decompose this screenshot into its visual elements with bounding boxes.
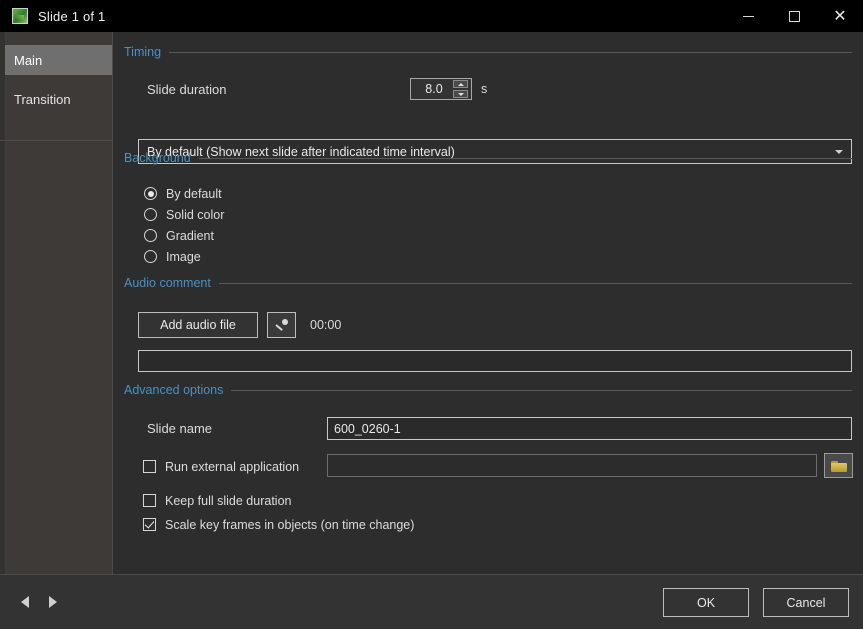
checkbox-icon[interactable] xyxy=(143,460,156,473)
radio-icon[interactable] xyxy=(144,208,157,221)
checkbox-icon[interactable] xyxy=(143,494,156,507)
browse-application-button[interactable] xyxy=(824,453,853,478)
advanced-options-section: Advanced options Slide name 600_0260-1 R… xyxy=(124,382,853,535)
maximize-button[interactable] xyxy=(771,0,817,32)
microphone-icon xyxy=(275,318,289,332)
keep-full-slide-duration-checkbox[interactable]: Keep full slide duration xyxy=(143,490,852,511)
slide-name-label: Slide name xyxy=(147,421,213,436)
audio-comment-section: Audio comment Add audio file 00:00 xyxy=(124,275,852,372)
dialog-body: Main Transition Timing Slide duration 8.… xyxy=(0,32,863,574)
stepper-buttons[interactable] xyxy=(453,80,468,98)
record-audio-button[interactable] xyxy=(267,312,296,338)
section-title: Audio comment xyxy=(124,276,211,290)
background-header: Background xyxy=(124,150,852,166)
background-option-image[interactable]: Image xyxy=(144,246,852,267)
previous-slide-button[interactable] xyxy=(14,591,36,613)
scale-key-frames-checkbox[interactable]: Scale key frames in objects (on time cha… xyxy=(143,514,852,535)
external-application-path-input[interactable] xyxy=(327,454,817,477)
settings-panel: Timing Slide duration 8.0 s By default (… xyxy=(113,32,863,574)
cancel-label: Cancel xyxy=(786,595,826,610)
checkbox-label: Scale key frames in objects (on time cha… xyxy=(165,517,415,532)
previous-arrow-icon xyxy=(21,596,29,608)
window-title: Slide 1 of 1 xyxy=(38,8,106,24)
audio-header: Audio comment xyxy=(124,275,852,291)
radio-label: Solid color xyxy=(166,207,225,222)
next-slide-button[interactable] xyxy=(42,591,64,613)
slide-app-icon xyxy=(12,8,28,24)
sidebar-left-strip xyxy=(0,32,5,574)
add-audio-file-button[interactable]: Add audio file xyxy=(138,312,258,338)
add-audio-file-label: Add audio file xyxy=(160,318,236,332)
section-title: Background xyxy=(124,151,191,165)
slide-name-input[interactable]: 600_0260-1 xyxy=(327,417,852,440)
radio-label: Gradient xyxy=(166,228,214,243)
sidebar-item-label: Transition xyxy=(14,91,71,107)
next-arrow-icon xyxy=(49,596,57,608)
section-rule xyxy=(231,389,852,391)
slide-name-value: 600_0260-1 xyxy=(334,421,401,436)
ok-button[interactable]: OK xyxy=(663,588,749,617)
audio-timer: 00:00 xyxy=(310,318,342,332)
sidebar-item-label: Main xyxy=(14,52,43,68)
slide-properties-window: Slide 1 of 1 ✕ Main Transition Timing Sl… xyxy=(0,0,863,629)
minimize-button[interactable] xyxy=(725,0,771,32)
advanced-header: Advanced options xyxy=(124,382,852,398)
background-option-gradient[interactable]: Gradient xyxy=(144,225,852,246)
checkbox-icon[interactable] xyxy=(143,518,156,531)
section-rule xyxy=(218,282,852,284)
radio-icon[interactable] xyxy=(144,250,157,263)
checkbox-label: Run external application xyxy=(165,459,300,474)
close-icon: ✕ xyxy=(833,6,847,25)
sidebar-item-transition[interactable]: Transition xyxy=(0,84,112,114)
timing-header: Timing xyxy=(124,44,852,60)
section-title: Advanced options xyxy=(124,383,224,397)
radio-icon[interactable] xyxy=(144,187,157,200)
background-option-solid-color[interactable]: Solid color xyxy=(144,204,852,225)
section-rule xyxy=(198,157,852,159)
run-external-application-checkbox[interactable]: Run external application xyxy=(143,456,299,477)
radio-label: Image xyxy=(166,249,201,264)
sidebar-item-main[interactable]: Main xyxy=(0,45,112,75)
timing-section: Timing Slide duration 8.0 s By default (… xyxy=(124,44,852,164)
background-option-by-default[interactable]: By default xyxy=(144,183,852,204)
section-title: Timing xyxy=(124,45,162,59)
title-bar: Slide 1 of 1 ✕ xyxy=(0,0,863,32)
audio-path-field[interactable] xyxy=(138,350,852,372)
dialog-footer: OK Cancel xyxy=(0,574,863,629)
radio-label: By default xyxy=(166,186,222,201)
ok-label: OK xyxy=(696,595,716,610)
checkbox-label: Keep full slide duration xyxy=(165,493,292,508)
radio-icon[interactable] xyxy=(144,229,157,242)
background-section: Background By default Solid color Gradie… xyxy=(124,150,852,267)
duration-unit-label: s xyxy=(481,82,488,96)
slide-duration-input[interactable]: 8.0 xyxy=(410,78,472,100)
folder-icon xyxy=(830,460,847,472)
section-rule xyxy=(169,51,852,53)
sidebar: Main Transition xyxy=(0,32,113,574)
window-controls: ✕ xyxy=(725,0,863,32)
slide-duration-label: Slide duration xyxy=(147,82,227,97)
stepper-up-icon[interactable] xyxy=(453,80,468,88)
close-button[interactable]: ✕ xyxy=(817,0,863,32)
stepper-down-icon[interactable] xyxy=(453,90,468,98)
sidebar-divider xyxy=(0,140,112,141)
slide-duration-stepper[interactable]: 8.0 s xyxy=(410,78,487,100)
cancel-button[interactable]: Cancel xyxy=(763,588,849,617)
